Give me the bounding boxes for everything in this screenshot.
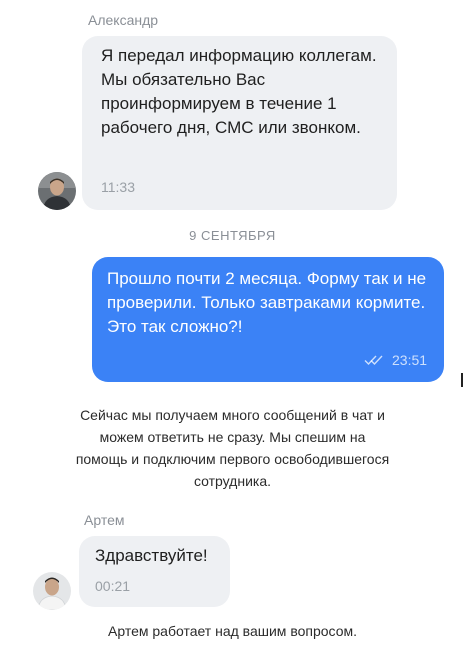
message-meta: 23:51 xyxy=(364,352,427,368)
message-text: Прошло почти 2 месяца. Форму так и не пр… xyxy=(107,269,427,336)
agent-avatar xyxy=(38,172,76,210)
avatar-photo-icon xyxy=(38,172,76,210)
message-time: 23:51 xyxy=(392,352,428,368)
sender-name: Александр xyxy=(88,12,159,28)
sender-name: Артем xyxy=(84,512,125,528)
date-separator: 9 СЕНТЯБРЯ xyxy=(189,228,276,243)
outgoing-message-bubble: Прошло почти 2 месяца. Форму так и не пр… xyxy=(92,257,444,382)
double-check-icon xyxy=(364,355,383,366)
system-notice: Артем работает над вашим вопросом. xyxy=(108,623,357,639)
incoming-message-bubble: Здравствуйте! 00:21 xyxy=(79,536,230,607)
message-text: Здравствуйте! xyxy=(95,546,208,565)
message-text: Я передал информацию коллегам. Мы обязат… xyxy=(101,46,377,137)
system-notice: Сейчас мы получаем много сообщений в чат… xyxy=(75,407,390,489)
incoming-message-bubble: Я передал информацию коллегам. Мы обязат… xyxy=(82,36,397,210)
message-time: 00:21 xyxy=(95,578,131,594)
text-cursor xyxy=(461,373,463,387)
agent-avatar xyxy=(33,572,71,610)
message-time: 11:33 xyxy=(101,179,135,195)
avatar-photo-icon xyxy=(33,572,71,610)
